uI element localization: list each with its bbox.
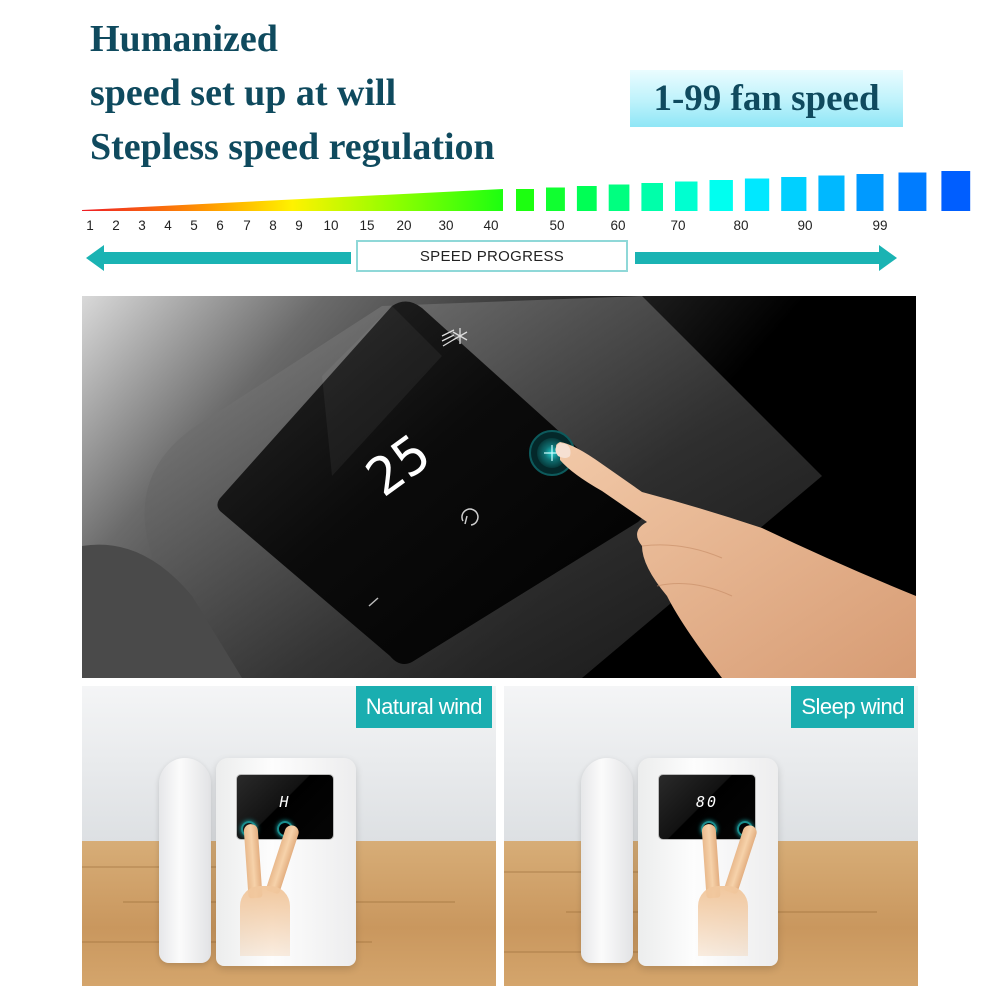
speed-block: [856, 174, 884, 211]
speed-block: [641, 183, 663, 211]
speed-gradient-bar: [82, 171, 971, 211]
fan-body: H: [216, 758, 356, 966]
speed-block: [546, 187, 565, 211]
speed-wedge: [82, 189, 503, 211]
speed-tick-label: 1: [86, 218, 94, 233]
control-panel-image: 25: [82, 296, 916, 678]
speed-tick-label: 5: [190, 218, 198, 233]
speed-tick-label: 10: [323, 218, 339, 233]
fan-screen-value: H: [279, 793, 291, 811]
speed-tick-label: 3: [138, 218, 146, 233]
fan-screen-value: 80: [695, 793, 719, 811]
speed-tick-label: 20: [396, 218, 412, 233]
speed-tick-label: 8: [269, 218, 277, 233]
speed-block: [608, 184, 630, 211]
speed-tick-label: 40: [483, 218, 499, 233]
speed-tick-label: 4: [164, 218, 172, 233]
speed-block: [516, 189, 534, 211]
speed-tick-label: 9: [295, 218, 303, 233]
speed-tick-label: 7: [243, 218, 251, 233]
speed-tick-label: 70: [670, 218, 686, 233]
mode-label-natural-wind: Natural wind: [355, 686, 492, 728]
speed-tick-label: 90: [797, 218, 813, 233]
right-arrow: [635, 245, 897, 271]
speed-block: [675, 181, 698, 211]
water-tank: [581, 758, 633, 963]
speed-tick-label: 2: [112, 218, 120, 233]
fan-speed-badge-text: 1-99 fan speed: [653, 78, 880, 119]
speed-tick-label: 15: [359, 218, 375, 233]
speed-block: [709, 180, 733, 211]
speed-tick-label: 80: [733, 218, 749, 233]
mode-label-sleep-wind: Sleep wind: [791, 686, 914, 728]
speed-block: [818, 175, 845, 211]
speed-tick-label: 99: [872, 218, 888, 233]
speed-tick-label: 6: [216, 218, 224, 233]
speed-tick-label: 30: [438, 218, 454, 233]
speed-block: [941, 171, 971, 211]
fan-speed-badge: 1-99 fan speed: [630, 70, 903, 127]
headline-line-1: Humanized: [90, 18, 278, 60]
water-tank: [159, 758, 211, 963]
hand-palm: [240, 886, 290, 956]
speed-tick-label: 60: [610, 218, 626, 233]
mode-card-natural-wind: Natural wind H: [82, 686, 496, 986]
speed-block: [576, 186, 597, 211]
headline-line-2: speed set up at will: [90, 72, 397, 114]
speed-block: [744, 178, 770, 211]
speed-block: [781, 177, 807, 211]
left-arrow: [86, 245, 351, 271]
speed-scale: 1 2 3 4 5 6 7 8 9 10 15 20 30 40 50 60 70 80 90 99 SPEED PR…: [0, 160, 1000, 290]
hand-palm: [698, 886, 748, 956]
fan-body: 80: [638, 758, 778, 966]
speed-tick-label: 50: [549, 218, 565, 233]
speed-progress-label: SPEED PROGRESS: [356, 240, 628, 272]
mode-card-sleep-wind: Sleep wind 80: [504, 686, 918, 986]
speed-block: [898, 172, 927, 211]
